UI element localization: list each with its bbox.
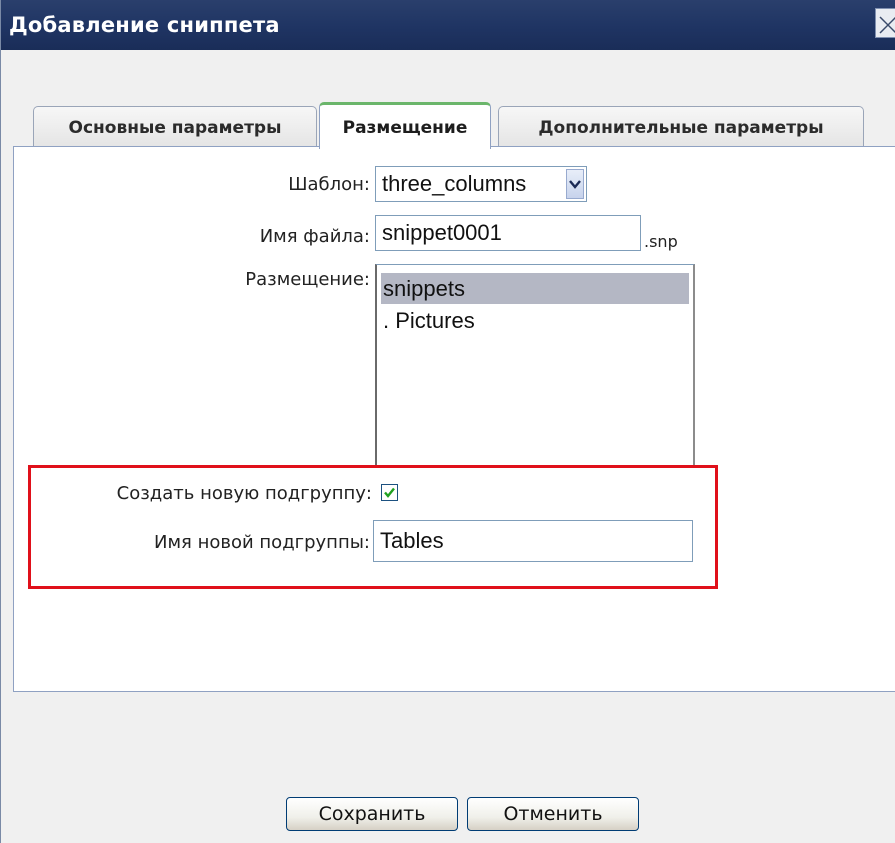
close-icon[interactable] xyxy=(875,8,895,38)
filename-label: Имя файла: xyxy=(259,226,370,247)
save-button[interactable]: Сохранить xyxy=(286,797,458,831)
template-select[interactable]: three_columns xyxy=(375,166,587,202)
dialog-title: Добавление сниппета xyxy=(9,13,280,37)
filename-input[interactable]: snippet0001 xyxy=(375,215,641,251)
tab-additional-params[interactable]: Дополнительные параметры xyxy=(498,106,864,148)
tab-placement[interactable]: Размещение xyxy=(319,102,491,149)
list-item-pictures[interactable]: . Pictures xyxy=(381,305,689,336)
placement-label: Размещение: xyxy=(245,269,370,290)
template-label: Шаблон: xyxy=(288,174,370,195)
cancel-button[interactable]: Отменить xyxy=(467,797,639,831)
tab-main-params[interactable]: Основные параметры xyxy=(33,106,317,148)
create-subgroup-checkbox[interactable] xyxy=(381,484,398,501)
subgroup-name-label: Имя новой подгруппы: xyxy=(154,532,370,553)
title-bar[interactable]: Добавление сниппета xyxy=(1,0,895,50)
filename-extension: .snp xyxy=(644,232,678,251)
list-item-snippets[interactable]: snippets xyxy=(381,273,689,304)
create-subgroup-label: Создать новую подгруппу: xyxy=(116,483,372,504)
template-value: three_columns xyxy=(382,171,527,196)
subgroup-name-input[interactable]: Tables xyxy=(373,520,693,562)
dialog-window: Добавление сниппета Основные параметры Д… xyxy=(0,0,895,843)
chevron-down-icon[interactable] xyxy=(566,169,584,199)
placement-listbox[interactable]: snippets . Pictures xyxy=(375,264,695,465)
